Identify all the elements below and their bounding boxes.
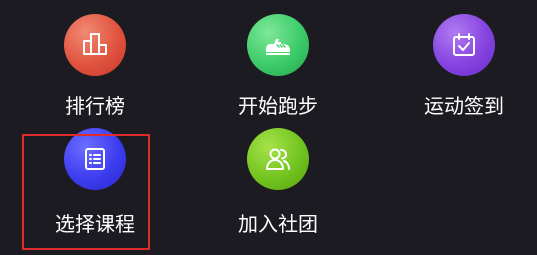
menu-item-label: 排行榜 <box>65 94 125 118</box>
menu-item-label: 运动签到 <box>424 94 504 118</box>
menu-item-exercise-checkin[interactable]: 运动签到 <box>399 12 529 118</box>
menu-item-label: 选择课程 <box>55 212 135 236</box>
course-list-icon <box>64 128 126 190</box>
menu-item-join-club[interactable]: 加入社团 <box>213 122 343 236</box>
function-menu-grid: 排行榜 开始跑步 运动签到 选择课程 加入社团 <box>0 0 537 255</box>
running-shoe-icon <box>247 14 309 76</box>
group-people-icon <box>247 128 309 190</box>
menu-item-start-running[interactable]: 开始跑步 <box>213 12 343 118</box>
menu-item-label: 开始跑步 <box>238 94 318 118</box>
menu-item-label: 加入社团 <box>238 212 318 236</box>
leaderboard-icon <box>64 14 126 76</box>
menu-item-select-course[interactable]: 选择课程 <box>30 122 160 236</box>
calendar-check-icon <box>433 14 495 76</box>
menu-item-leaderboard[interactable]: 排行榜 <box>30 12 160 118</box>
